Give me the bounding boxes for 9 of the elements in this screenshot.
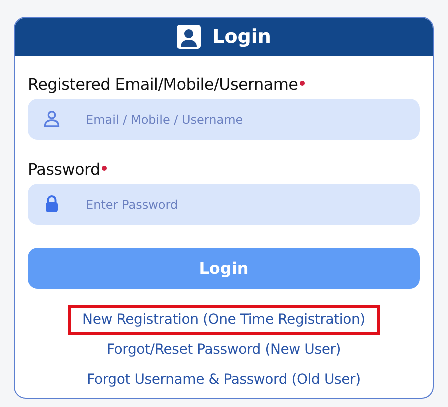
- field-label: Password: [28, 160, 100, 179]
- card-title: Login: [212, 26, 272, 48]
- link[interactable]: Forgot/Reset Password (New User): [92, 335, 356, 365]
- link[interactable]: New Registration (One Time Registration): [68, 305, 380, 335]
- input-field[interactable]: Enter Password: [28, 184, 420, 225]
- user-card-icon: [176, 25, 201, 49]
- input-field[interactable]: Email / Mobile / Username: [28, 99, 420, 140]
- link[interactable]: Forgot Username & Password (Old User): [72, 365, 376, 395]
- field-label: Registered Email/Mobile/Username: [28, 75, 298, 94]
